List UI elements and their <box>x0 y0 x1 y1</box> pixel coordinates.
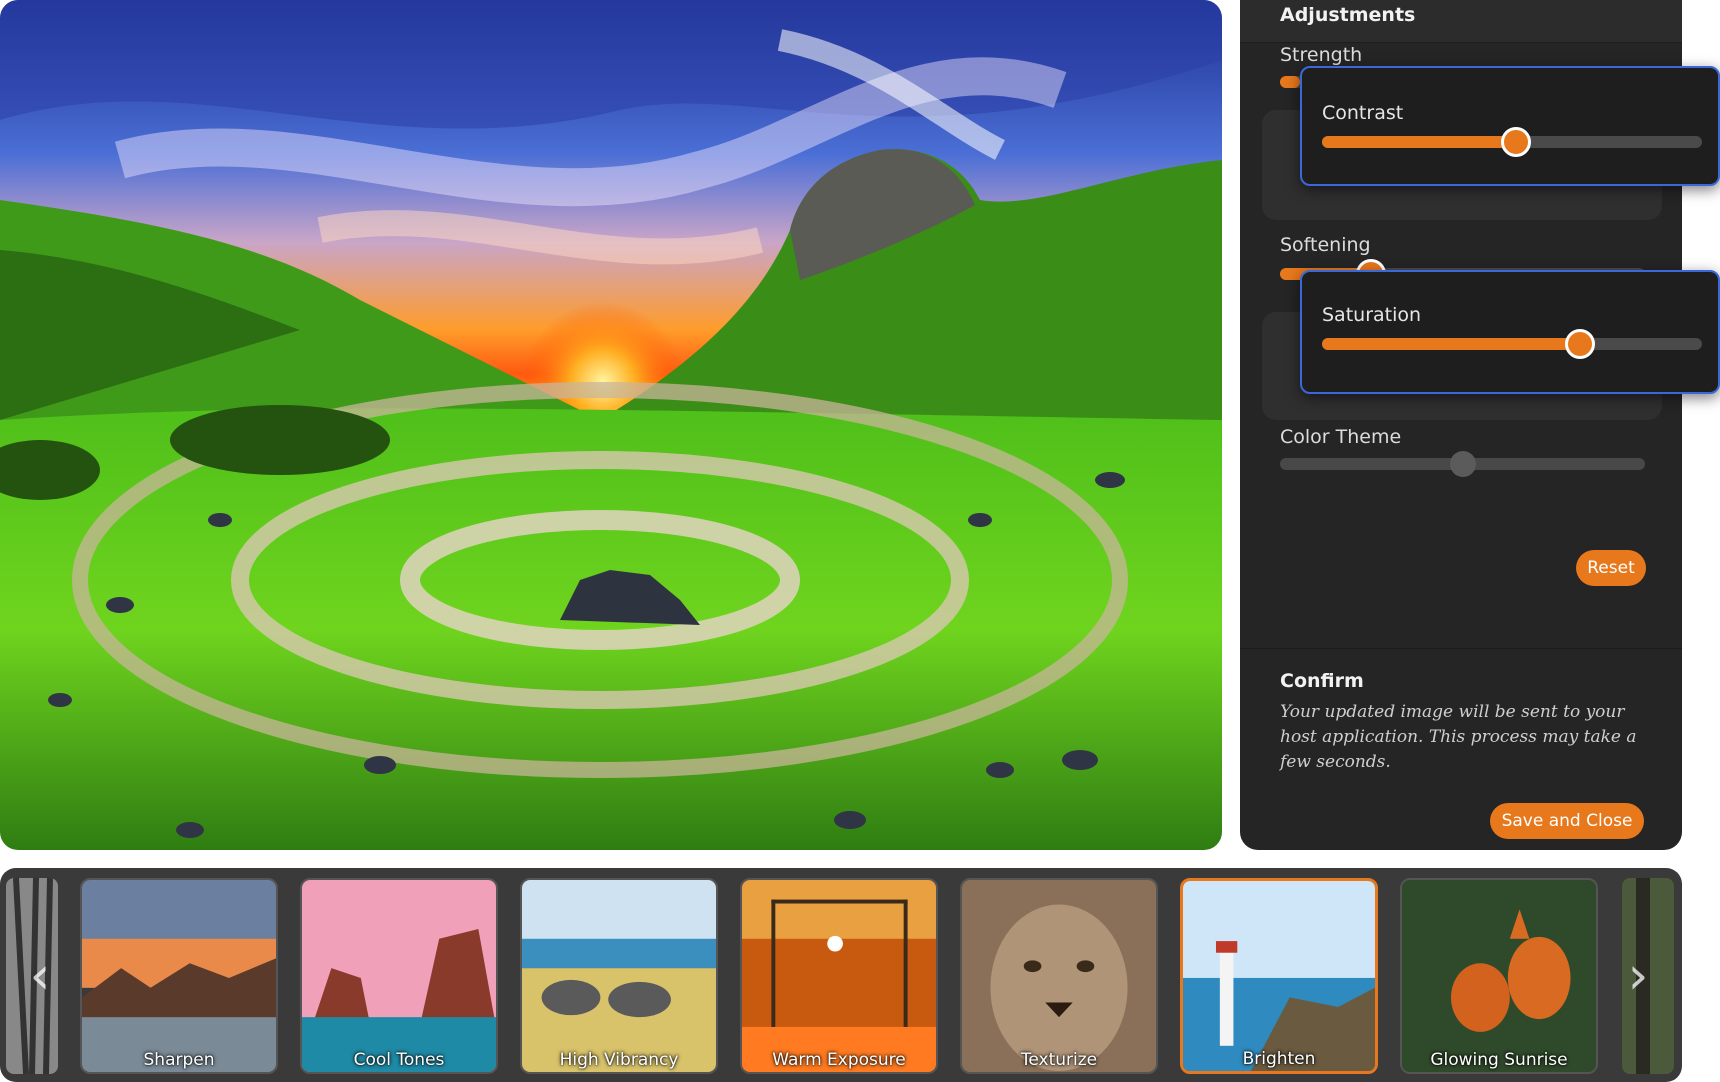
saturation-label: Saturation <box>1322 304 1422 326</box>
filter-label: Warm Exposure <box>772 1050 906 1070</box>
filter-label: Cool Tones <box>353 1050 445 1070</box>
chevron-left-icon[interactable]: ‹ <box>18 948 62 1004</box>
saturation-popup: Saturation <box>1300 270 1720 394</box>
panel-title: Adjustments <box>1280 4 1416 26</box>
filter-label: Texturize <box>1020 1050 1098 1070</box>
contrast-fill <box>1322 136 1516 148</box>
confirm-description: Your updated image will be sent to your … <box>1280 702 1637 772</box>
filter-thumbnail-texturize[interactable]: Texturize <box>960 878 1158 1074</box>
saturation-thumb[interactable] <box>1565 329 1596 359</box>
filter-filmstrip: ‹ Sharpen Cool Tones High Vibrancy Warm … <box>0 868 1682 1082</box>
strength-fill <box>1280 76 1300 88</box>
contrast-label: Contrast <box>1322 102 1404 124</box>
filter-label: Glowing Sunrise <box>1430 1050 1568 1070</box>
contrast-slider[interactable] <box>1322 127 1702 157</box>
landscape-image <box>0 0 1222 850</box>
filter-thumbnail-cool-tones[interactable]: Cool Tones <box>300 878 498 1074</box>
filter-label: Brighten <box>1242 1049 1316 1069</box>
saturation-slider[interactable] <box>1322 329 1702 359</box>
color-theme-slider[interactable] <box>1280 451 1645 477</box>
filter-label: Sharpen <box>143 1050 215 1070</box>
strength-label: Strength <box>1280 44 1363 66</box>
confirm-title: Confirm <box>1280 670 1364 692</box>
save-and-close-button[interactable]: Save and Close <box>1490 803 1644 839</box>
main-photo-canvas <box>0 0 1222 850</box>
contrast-thumb[interactable] <box>1500 127 1531 157</box>
softening-label: Softening <box>1280 234 1371 256</box>
filter-thumbnail-sharpen[interactable]: Sharpen <box>80 878 278 1074</box>
filter-thumbnail-high-vibrancy[interactable]: High Vibrancy <box>520 878 718 1074</box>
panel-header: Adjustments <box>1240 0 1682 43</box>
color-theme-thumb[interactable] <box>1449 451 1476 477</box>
filter-thumbnail-glowing-sunrise[interactable]: Glowing Sunrise <box>1400 878 1598 1074</box>
filter-thumbnail-brighten[interactable]: Brighten <box>1180 878 1378 1074</box>
saturation-fill <box>1322 338 1581 350</box>
panel-divider <box>1240 648 1682 649</box>
reset-button[interactable]: Reset <box>1576 550 1646 586</box>
contrast-popup: Contrast <box>1300 66 1720 186</box>
filter-thumbnail-warm-exposure[interactable]: Warm Exposure <box>740 878 938 1074</box>
color-theme-label: Color Theme <box>1280 426 1402 448</box>
filter-label: High Vibrancy <box>559 1050 679 1070</box>
chevron-right-icon[interactable]: › <box>1616 948 1660 1004</box>
